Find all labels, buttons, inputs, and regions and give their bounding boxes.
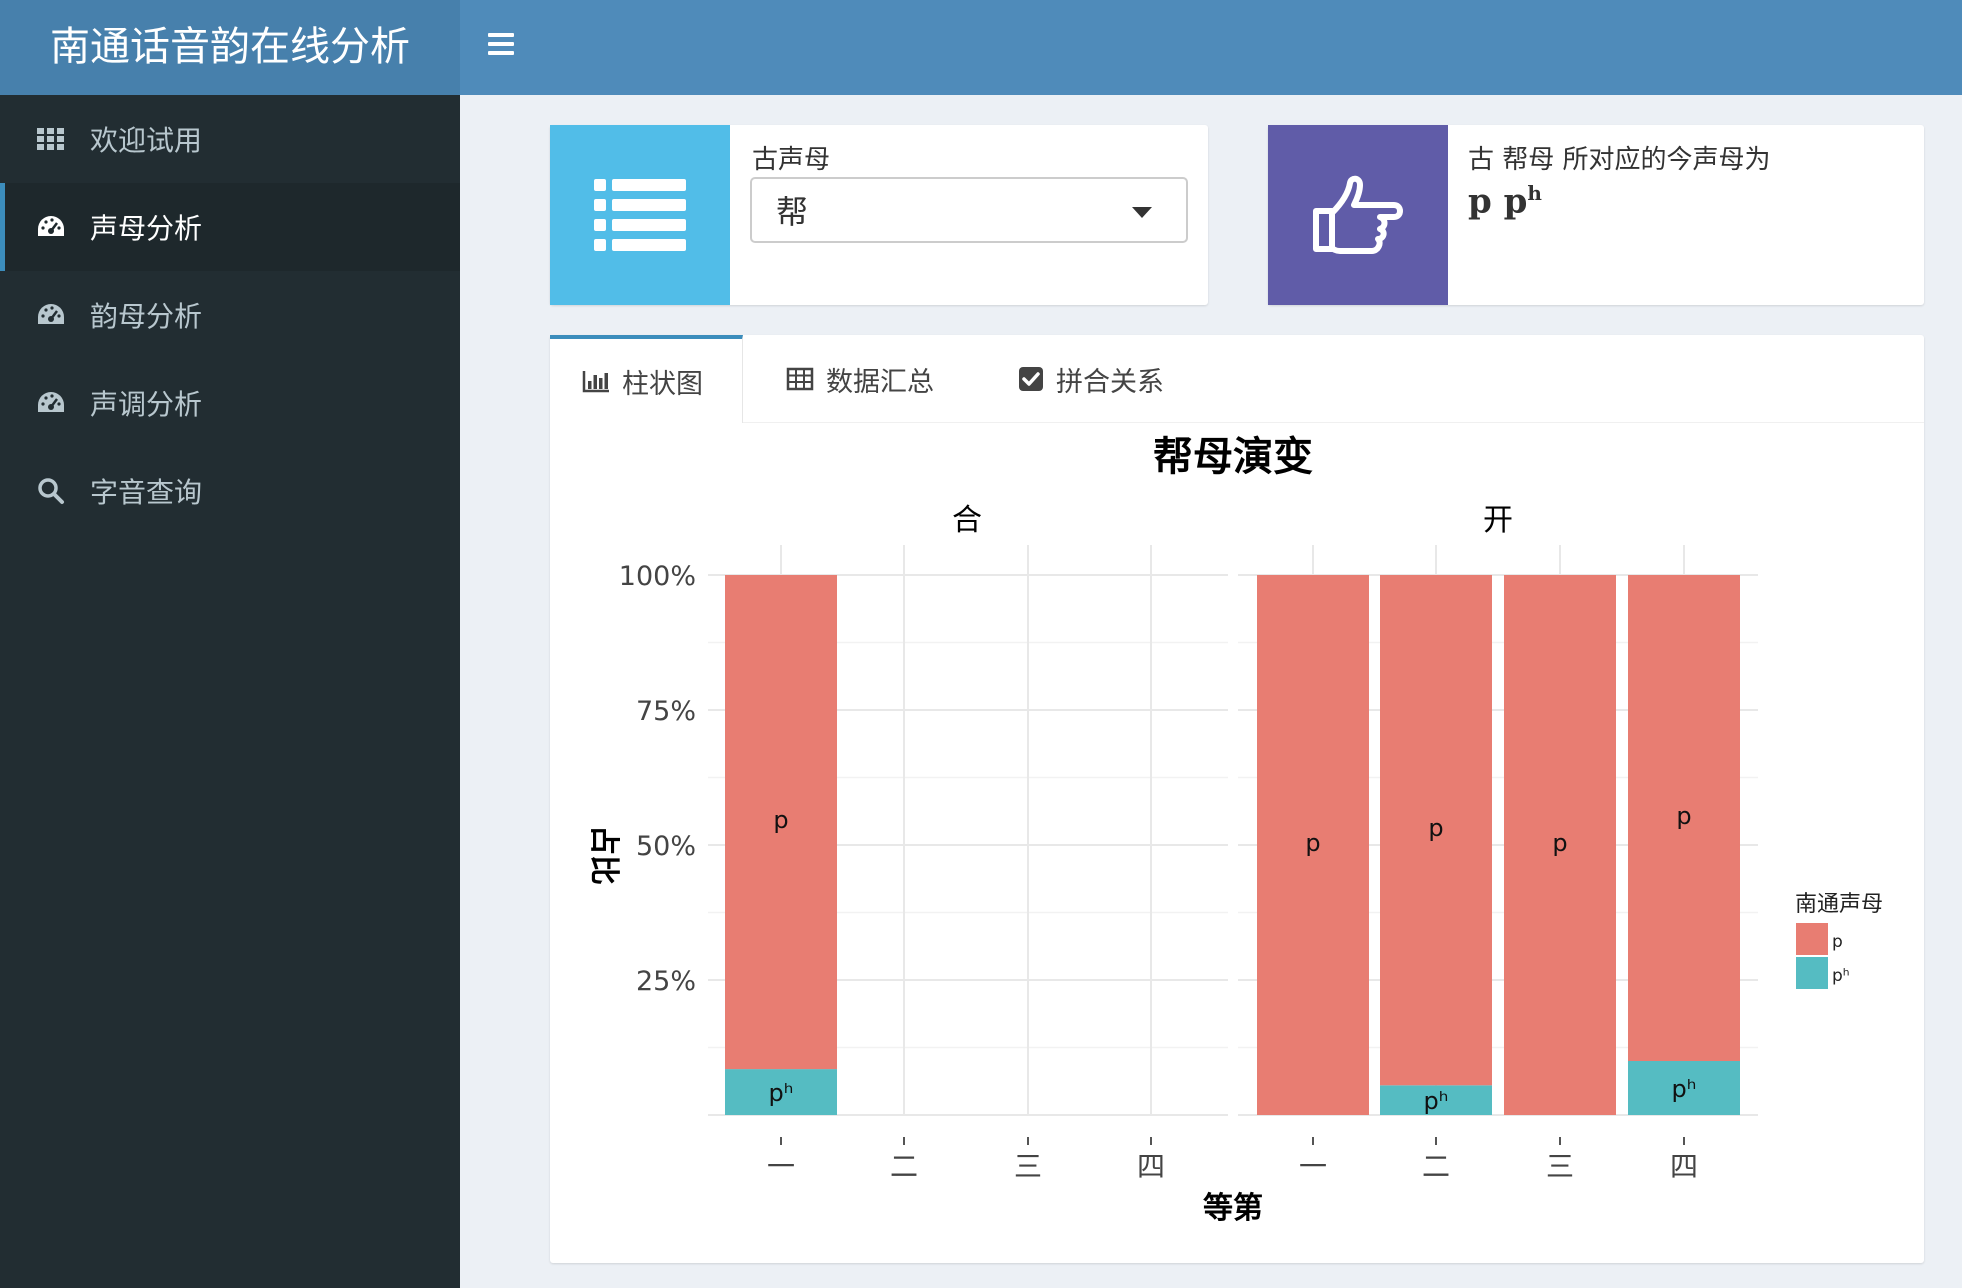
top-header: 南通话音韵在线分析 — [0, 0, 1962, 95]
search-icon — [36, 476, 66, 506]
initial-select-box: 古声母 帮 — [550, 125, 1208, 305]
result-value: p ph — [1468, 181, 1542, 221]
bar-label-p: p — [773, 806, 788, 834]
initial-select-value: 帮 — [776, 193, 809, 231]
facet-label-kai: 开 — [1483, 503, 1513, 538]
dashboard-icon — [36, 300, 66, 330]
chart-title: 帮母演变 — [1153, 434, 1313, 480]
app-title[interactable]: 南通话音韵在线分析 — [0, 0, 460, 95]
sidebar-item-tones[interactable]: 声调分析 — [0, 359, 460, 447]
sidebar: 欢迎试用 声母分析 韵母分析 声调分析 字音查询 — [0, 95, 460, 1288]
x-tick-label: 四 — [1670, 1150, 1698, 1183]
tab-combination[interactable]: 拼合关系 — [1018, 335, 1164, 423]
table-icon — [786, 367, 814, 391]
bar-chart-icon — [582, 369, 610, 393]
x-tick-label: 三 — [1014, 1150, 1042, 1183]
x-tick-label: 一 — [767, 1150, 795, 1183]
legend-entry-ph: pʰ — [1832, 966, 1850, 986]
x-tick-label: 二 — [890, 1150, 918, 1183]
tab-label: 拼合关系 — [1056, 366, 1164, 398]
sidebar-item-initials[interactable]: 声母分析 — [0, 183, 460, 271]
sidebar-item-label: 韵母分析 — [90, 300, 203, 333]
sidebar-toggle-icon[interactable] — [488, 33, 514, 55]
bar-label-p: p — [1305, 829, 1320, 857]
sidebar-item-welcome[interactable]: 欢迎试用 — [0, 95, 460, 183]
hand-icon-box — [1268, 125, 1448, 305]
tab-bar-chart[interactable]: 柱状图 — [550, 335, 743, 423]
chart-tabbox: 柱状图 数据汇总 拼合关系 一 二 三 四 pʰ p 一 二 三 四 p pʰ p p … — [550, 335, 1924, 1263]
sidebar-item-finals[interactable]: 韵母分析 — [0, 271, 460, 359]
sidebar-item-label: 声调分析 — [90, 388, 203, 421]
bar-label-p: p — [1428, 814, 1443, 842]
result-value-base: p p — [1468, 181, 1528, 222]
sidebar-item-label: 字音查询 — [90, 476, 203, 509]
bar-label-ph: pʰ — [769, 1079, 794, 1107]
hand-point-right-icon — [1313, 175, 1403, 254]
bar-label-ph: pʰ — [1424, 1087, 1449, 1115]
grid-icon — [36, 124, 66, 154]
y-tick-label: 100% — [619, 561, 696, 592]
x-tick-label: 三 — [1546, 1150, 1574, 1183]
legend-swatch-p — [1796, 923, 1828, 955]
check-square-icon — [1018, 366, 1044, 392]
x-tick-label: 二 — [1422, 1150, 1450, 1183]
tab-bar: 柱状图 数据汇总 拼合关系 — [550, 335, 1924, 423]
bar-label-p: p — [1676, 802, 1691, 830]
initial-select[interactable]: 帮 — [750, 177, 1188, 243]
sidebar-item-lookup[interactable]: 字音查询 — [0, 447, 460, 535]
x-tick-label: 一 — [1299, 1150, 1327, 1183]
bar-label-p: p — [1552, 829, 1567, 857]
result-description: 古 帮母 所对应的今声母为 — [1468, 145, 1771, 175]
facet-label-he: 合 — [952, 503, 982, 538]
caret-down-icon — [1132, 207, 1152, 218]
legend-title: 南通声母 — [1795, 892, 1883, 917]
bar-label-ph: pʰ — [1672, 1075, 1697, 1103]
y-axis-label: 占比 — [586, 825, 621, 885]
list-icon-box — [550, 125, 730, 305]
x-tick-label: 四 — [1137, 1150, 1165, 1183]
x-axis-label: 等第 — [1203, 1191, 1263, 1226]
legend-swatch-ph — [1796, 957, 1828, 989]
dashboard-icon — [36, 212, 66, 242]
tab-label: 柱状图 — [622, 368, 703, 400]
result-value-superscript: h — [1527, 181, 1542, 205]
bar-chart: 一二三四pʰp一二三四ppʰpppʰp25%50%75%100% 帮母演变 合 … — [586, 434, 1883, 1226]
list-icon — [594, 179, 686, 251]
tab-label: 数据汇总 — [826, 366, 934, 398]
tab-data-summary[interactable]: 数据汇总 — [786, 335, 934, 423]
sidebar-item-label: 欢迎试用 — [90, 124, 203, 157]
result-info-box: 古 帮母 所对应的今声母为 p ph — [1268, 125, 1924, 305]
y-tick-label: 75% — [636, 696, 696, 727]
legend-entry-p: p — [1832, 932, 1843, 952]
y-tick-label: 25% — [636, 966, 696, 997]
y-tick-label: 50% — [636, 831, 696, 862]
sidebar-item-label: 声母分析 — [90, 212, 203, 245]
dashboard-icon — [36, 388, 66, 418]
initial-select-label: 古声母 — [752, 145, 831, 175]
